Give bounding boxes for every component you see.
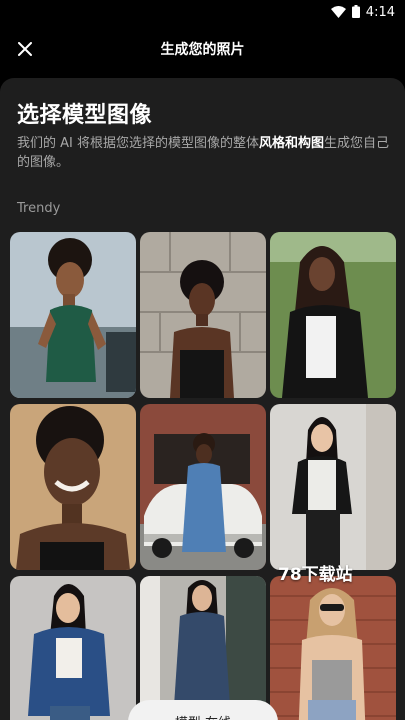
- model-image-tile[interactable]: [10, 232, 136, 398]
- model-image-tile[interactable]: [10, 576, 136, 720]
- status-icons: 4:14: [330, 3, 395, 22]
- top-bar: 生成您的照片: [0, 24, 405, 74]
- model-image-tile[interactable]: [270, 576, 396, 720]
- model-image-tile[interactable]: [10, 404, 136, 570]
- wifi-icon: [330, 3, 346, 22]
- bottom-action-button[interactable]: 模型 在线: [128, 700, 278, 720]
- model-image-tile[interactable]: [270, 232, 396, 398]
- status-time: 4:14: [365, 5, 395, 20]
- model-image-tile[interactable]: [140, 232, 266, 398]
- section-heading: 选择模型图像: [17, 103, 153, 128]
- model-image-tile[interactable]: [140, 404, 266, 570]
- model-image-tile[interactable]: [140, 576, 266, 720]
- description-emphasis: 风格和构图: [259, 136, 325, 151]
- battery-icon: [351, 3, 360, 22]
- status-bar: 4:14: [0, 0, 405, 24]
- page-title: 生成您的照片: [160, 42, 245, 58]
- description-text: 我们的 AI 将根据您选择的模型图像的整体: [17, 136, 259, 151]
- description: 我们的 AI 将根据您选择的模型图像的整体风格和构图生成您自己的图像。: [17, 134, 393, 172]
- model-picker-sheet: 选择模型图像 我们的 AI 将根据您选择的模型图像的整体风格和构图生成您自己的图…: [0, 78, 405, 720]
- model-image-tile[interactable]: [270, 404, 396, 570]
- watermark: 78下载站: [278, 565, 353, 585]
- category-label: Trendy: [17, 201, 61, 216]
- bottom-action-label: 模型 在线: [175, 712, 231, 720]
